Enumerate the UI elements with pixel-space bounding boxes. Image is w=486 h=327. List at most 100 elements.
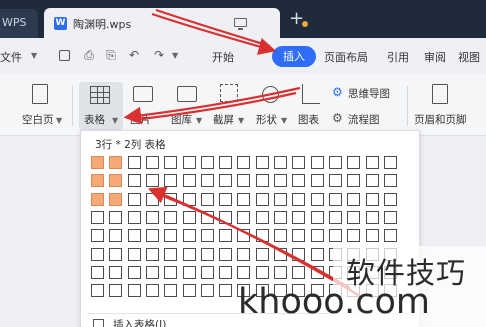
table-grid-cell[interactable]	[145, 284, 159, 298]
table-grid-cell[interactable]	[365, 156, 379, 169]
table-grid-cell[interactable]	[200, 229, 214, 243]
table-grid-cell[interactable]	[127, 284, 141, 298]
table-grid-cell[interactable]	[310, 174, 324, 188]
chart-button[interactable]: 图表	[298, 112, 319, 127]
table-grid-cell[interactable]	[109, 229, 123, 243]
table-grid-cell[interactable]	[219, 229, 233, 243]
table-grid-cell[interactable]	[200, 210, 214, 224]
table-grid-cell[interactable]	[200, 192, 214, 206]
table-grid-cell[interactable]	[274, 156, 287, 169]
table-grid-cell[interactable]	[164, 229, 178, 243]
print-icon[interactable]: ⎘	[104, 48, 118, 62]
table-grid-cell[interactable]	[145, 192, 159, 206]
table-grid-cell[interactable]	[91, 192, 104, 206]
table-grid-cell[interactable]	[127, 229, 141, 243]
table-grid-cell[interactable]	[328, 174, 342, 188]
table-grid-cell[interactable]	[383, 210, 397, 224]
menu-references[interactable]: 引用	[387, 49, 409, 65]
table-grid-cell[interactable]	[365, 229, 379, 243]
table-grid-cell[interactable]	[109, 174, 123, 188]
table-grid-cell[interactable]	[274, 210, 287, 224]
header-footer-button[interactable]: 页眉和页脚	[414, 112, 467, 127]
table-grid-cell[interactable]	[164, 174, 178, 188]
table-grid-cell[interactable]	[255, 229, 269, 243]
chevron-down-icon[interactable]: ▼	[31, 51, 37, 60]
table-grid-cell[interactable]	[310, 265, 324, 279]
table-grid-cell[interactable]	[164, 265, 178, 279]
menu-home[interactable]: 开始	[212, 49, 234, 65]
table-grid-cell[interactable]	[145, 265, 159, 279]
table-grid-cell[interactable]	[310, 192, 324, 206]
table-grid-cell[interactable]	[328, 229, 342, 243]
table-grid-cell[interactable]	[219, 247, 233, 261]
table-grid-cell[interactable]	[182, 156, 196, 169]
chevron-down-icon[interactable]: ▼	[281, 116, 287, 125]
table-grid-cell[interactable]	[164, 247, 178, 261]
table-grid-cell[interactable]	[310, 229, 324, 243]
table-grid-cell[interactable]	[109, 192, 123, 206]
save-icon[interactable]	[59, 50, 70, 61]
table-grid-cell[interactable]	[292, 247, 306, 261]
table-grid-cell[interactable]	[182, 229, 196, 243]
table-grid-cell[interactable]	[164, 192, 178, 206]
table-grid-cell[interactable]	[182, 265, 196, 279]
menu-file[interactable]: 文件	[0, 49, 22, 65]
menu-review[interactable]: 审阅	[424, 49, 446, 65]
table-grid-cell[interactable]	[383, 156, 397, 169]
table-grid-cell[interactable]	[200, 284, 214, 298]
table-grid-cell[interactable]	[255, 265, 269, 279]
table-grid-cell[interactable]	[237, 156, 251, 169]
quick-access-more-icon[interactable]: ▼	[172, 51, 178, 60]
table-grid-cell[interactable]	[292, 229, 306, 243]
table-grid-cell[interactable]	[91, 174, 104, 188]
flowchart-button[interactable]: 流程图	[348, 112, 380, 127]
table-grid-cell[interactable]	[255, 210, 269, 224]
table-grid-cell[interactable]	[127, 265, 141, 279]
table-grid-cell[interactable]	[127, 247, 141, 261]
table-grid-cell[interactable]	[347, 210, 361, 224]
table-grid-cell[interactable]	[145, 229, 159, 243]
table-grid-cell[interactable]	[347, 192, 361, 206]
undo-icon[interactable]: ↶	[127, 48, 141, 62]
picture-button[interactable]: 图片	[130, 112, 151, 127]
menu-view[interactable]: 视图	[458, 49, 480, 65]
tab-document[interactable]: W 陶渊明.wps	[44, 8, 308, 38]
table-grid-cell[interactable]	[219, 174, 233, 188]
table-grid-cell[interactable]	[145, 156, 159, 169]
table-grid-cell[interactable]	[219, 265, 233, 279]
screenshot-button[interactable]: 截屏	[213, 112, 234, 127]
table-grid-cell[interactable]	[200, 265, 214, 279]
table-grid-cell[interactable]	[109, 265, 123, 279]
table-grid-cell[interactable]	[383, 229, 397, 243]
chevron-down-icon[interactable]: ▼	[238, 116, 244, 125]
table-grid-cell[interactable]	[109, 156, 123, 169]
table-grid-cell[interactable]	[255, 156, 269, 169]
redo-icon[interactable]: ↷	[152, 48, 166, 62]
table-grid-cell[interactable]	[383, 174, 397, 188]
insert-table-item[interactable]: 插入表格(I)	[113, 317, 166, 327]
table-grid-cell[interactable]	[219, 284, 233, 298]
table-grid-cell[interactable]	[164, 156, 178, 169]
table-grid-cell[interactable]	[365, 192, 379, 206]
table-grid-cell[interactable]	[255, 174, 269, 188]
table-grid-cell[interactable]	[127, 174, 141, 188]
table-grid-cell[interactable]	[200, 174, 214, 188]
table-grid-cell[interactable]	[164, 210, 178, 224]
table-grid-cell[interactable]	[383, 192, 397, 206]
chevron-down-icon[interactable]: ▼	[112, 116, 118, 125]
table-grid-cell[interactable]	[219, 192, 233, 206]
table-grid-cell[interactable]	[200, 247, 214, 261]
table-grid-cell[interactable]	[237, 229, 251, 243]
table-grid-cell[interactable]	[328, 192, 342, 206]
table-grid-cell[interactable]	[347, 174, 361, 188]
new-tab-plus-icon[interactable]: +	[289, 8, 304, 29]
tab-wps-home[interactable]: WPS	[0, 9, 38, 38]
table-grid-cell[interactable]	[91, 229, 104, 243]
table-grid-cell[interactable]	[91, 284, 104, 298]
table-grid-cell[interactable]	[237, 192, 251, 206]
table-grid-cell[interactable]	[109, 247, 123, 261]
table-grid-cell[interactable]	[328, 210, 342, 224]
table-grid-cell[interactable]	[274, 174, 287, 188]
table-grid-cell[interactable]	[182, 284, 196, 298]
table-grid-cell[interactable]	[274, 247, 287, 261]
